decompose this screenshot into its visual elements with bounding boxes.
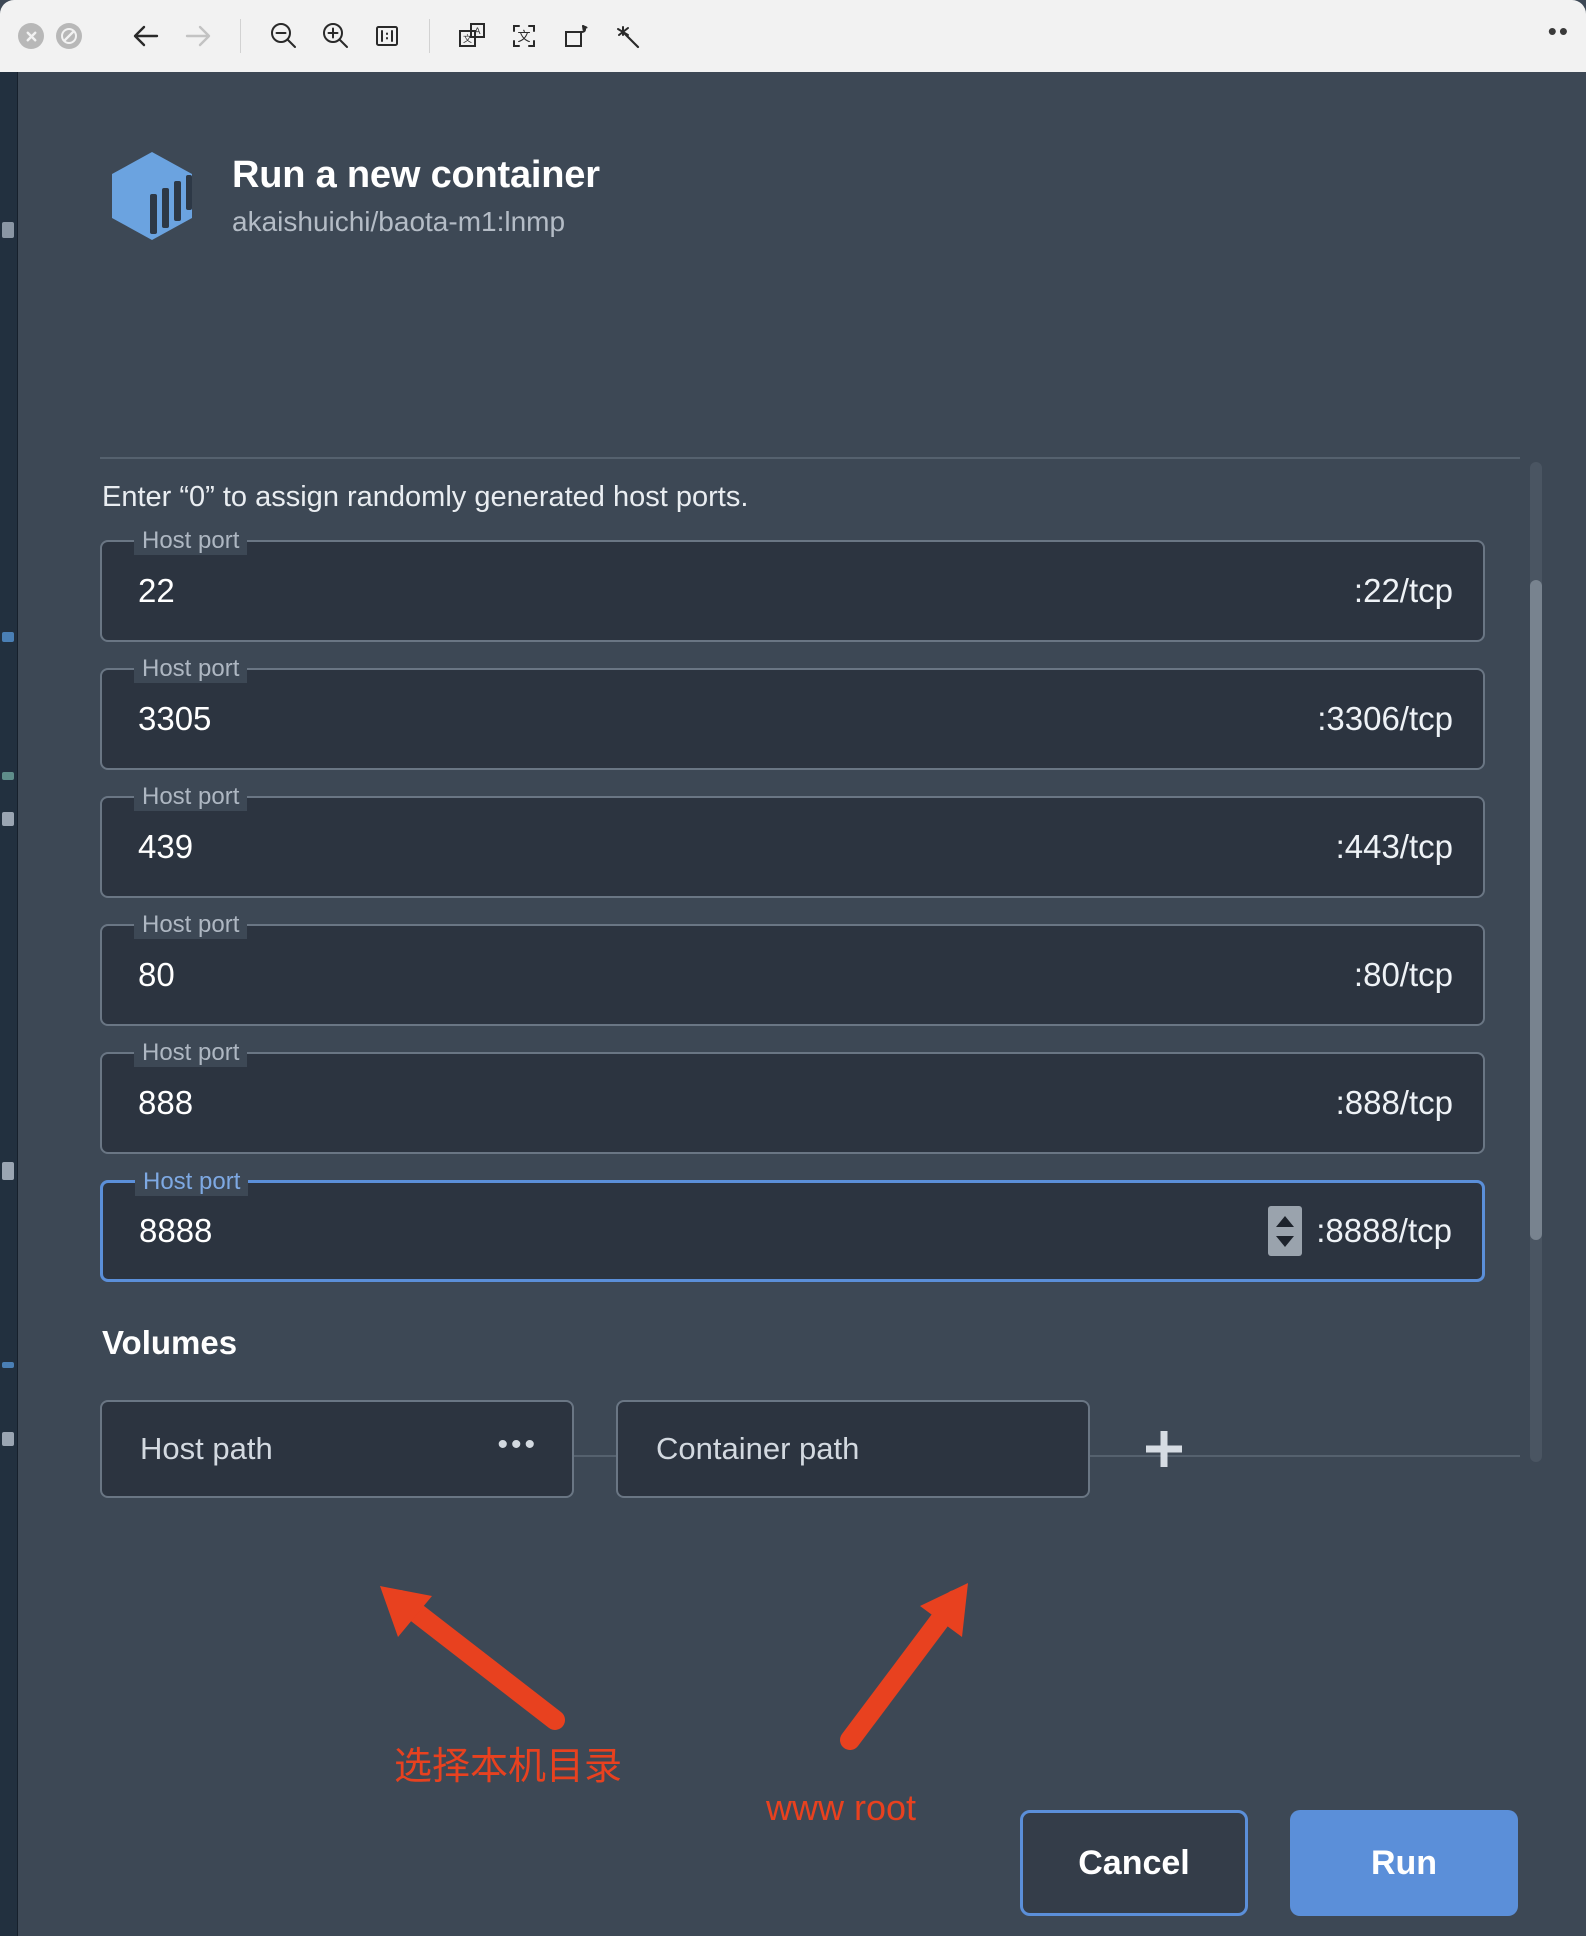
host-port-field[interactable]: Host port 22 :22/tcp bbox=[100, 527, 1485, 642]
zoom-in-icon bbox=[323, 23, 348, 48]
ocr-select-button[interactable]: 文 bbox=[498, 10, 550, 62]
close-button[interactable] bbox=[18, 23, 44, 49]
host-path-input[interactable]: Host path bbox=[102, 1431, 273, 1467]
app-toolbar: 文 A 文 •• bbox=[0, 0, 1586, 72]
host-port-input[interactable]: 22 bbox=[102, 572, 1354, 610]
run-container-dialog: Run a new container akaishuichi/baota-m1… bbox=[18, 72, 1586, 1936]
container-port-suffix: :8888/tcp bbox=[1316, 1212, 1452, 1249]
spinner-up-icon[interactable] bbox=[1276, 1215, 1295, 1227]
container-port-suffix: :80/tcp bbox=[1353, 956, 1453, 993]
magic-wand-icon bbox=[617, 26, 640, 49]
host-path-field[interactable]: Host path ••• bbox=[100, 1400, 574, 1498]
background-window-edge bbox=[0, 72, 18, 1936]
container-path-field[interactable]: Container path bbox=[616, 1400, 1090, 1498]
one-to-one-icon bbox=[376, 26, 398, 46]
dialog-scroll-area[interactable]: Enter “0” to assign randomly generated h… bbox=[100, 457, 1520, 1498]
arrow-left-icon bbox=[133, 25, 159, 47]
rotate-button[interactable] bbox=[550, 10, 602, 62]
toolbar-divider-1 bbox=[240, 19, 241, 53]
host-port-label: Host port bbox=[134, 1039, 248, 1067]
toolbar-divider-2 bbox=[429, 19, 430, 53]
back-button[interactable] bbox=[120, 10, 172, 62]
dialog-header: Run a new container akaishuichi/baota-m1… bbox=[18, 72, 1586, 248]
host-port-input[interactable]: 8888 bbox=[103, 1212, 1268, 1250]
host-port-field[interactable]: Host port 3305 :3306/tcp bbox=[100, 655, 1485, 770]
no-entry-icon bbox=[61, 28, 77, 44]
translate-icon: 文 A bbox=[459, 23, 485, 47]
arrow-right-icon bbox=[185, 25, 211, 47]
window-controls bbox=[18, 23, 82, 49]
forward-button[interactable] bbox=[172, 10, 224, 62]
container-port-suffix: :3306/tcp bbox=[1317, 700, 1453, 737]
volumes-heading: Volumes bbox=[102, 1324, 238, 1361]
form-scrollbar-thumb[interactable] bbox=[1530, 580, 1542, 1240]
host-port-field[interactable]: Host port 888 :888/tcp bbox=[100, 1039, 1485, 1154]
zoom-out-button[interactable] bbox=[257, 10, 309, 62]
host-port-input[interactable]: 439 bbox=[102, 828, 1336, 866]
actual-size-button[interactable] bbox=[361, 10, 413, 62]
enhance-button[interactable] bbox=[602, 10, 654, 62]
host-port-label: Host port bbox=[134, 527, 248, 555]
host-port-field[interactable]: Host port 439 :443/tcp bbox=[100, 783, 1485, 898]
add-volume-button[interactable] bbox=[1118, 1403, 1210, 1495]
host-port-input[interactable]: 3305 bbox=[102, 700, 1317, 738]
svg-text:文: 文 bbox=[517, 30, 530, 45]
container-port-suffix: :888/tcp bbox=[1335, 1084, 1453, 1121]
zoom-out-icon bbox=[271, 23, 296, 48]
host-port-label: Host port bbox=[135, 1168, 249, 1196]
run-button[interactable]: Run bbox=[1290, 1810, 1518, 1916]
svg-text:A: A bbox=[474, 27, 481, 37]
spinner-down-icon[interactable] bbox=[1276, 1235, 1295, 1247]
container-port-suffix: :443/tcp bbox=[1335, 828, 1453, 865]
rotate-icon bbox=[565, 25, 588, 47]
cancel-button[interactable]: Cancel bbox=[1020, 1810, 1248, 1916]
more-options-button[interactable]: •• bbox=[1548, 18, 1570, 46]
host-port-label: Host port bbox=[134, 783, 248, 811]
plus-icon bbox=[1146, 1431, 1182, 1467]
block-button[interactable] bbox=[56, 23, 82, 49]
close-icon bbox=[26, 31, 36, 41]
host-port-input[interactable]: 80 bbox=[102, 956, 1354, 994]
host-port-input[interactable]: 888 bbox=[102, 1084, 1336, 1122]
host-port-field[interactable]: Host port 80 :80/tcp bbox=[100, 911, 1485, 1026]
volume-row: Host path ••• Container path bbox=[100, 1400, 1520, 1498]
host-port-label: Host port bbox=[134, 911, 248, 939]
dialog-footer: Cancel Run bbox=[18, 1810, 1586, 1916]
dialog-title: Run a new container bbox=[232, 153, 600, 196]
browse-host-path-button[interactable]: ••• bbox=[497, 1430, 572, 1460]
container-path-input[interactable]: Container path bbox=[618, 1431, 859, 1467]
ocr-crop-icon: 文 bbox=[513, 25, 535, 47]
ports-hint: Enter “0” to assign randomly generated h… bbox=[102, 481, 749, 513]
form-scrollbar-track[interactable] bbox=[1530, 462, 1542, 1462]
zoom-in-button[interactable] bbox=[309, 10, 361, 62]
svg-text:文: 文 bbox=[463, 33, 472, 45]
container-port-suffix: :22/tcp bbox=[1353, 572, 1453, 609]
host-port-label: Host port bbox=[134, 655, 248, 683]
host-port-field-focused[interactable]: Host port 8888 :8888/tcp bbox=[100, 1168, 1485, 1282]
translate-button[interactable]: 文 A bbox=[446, 10, 498, 62]
dialog-subtitle: akaishuichi/baota-m1:lnmp bbox=[232, 206, 566, 238]
number-spinner[interactable] bbox=[1268, 1206, 1303, 1256]
docker-container-icon bbox=[100, 144, 204, 248]
